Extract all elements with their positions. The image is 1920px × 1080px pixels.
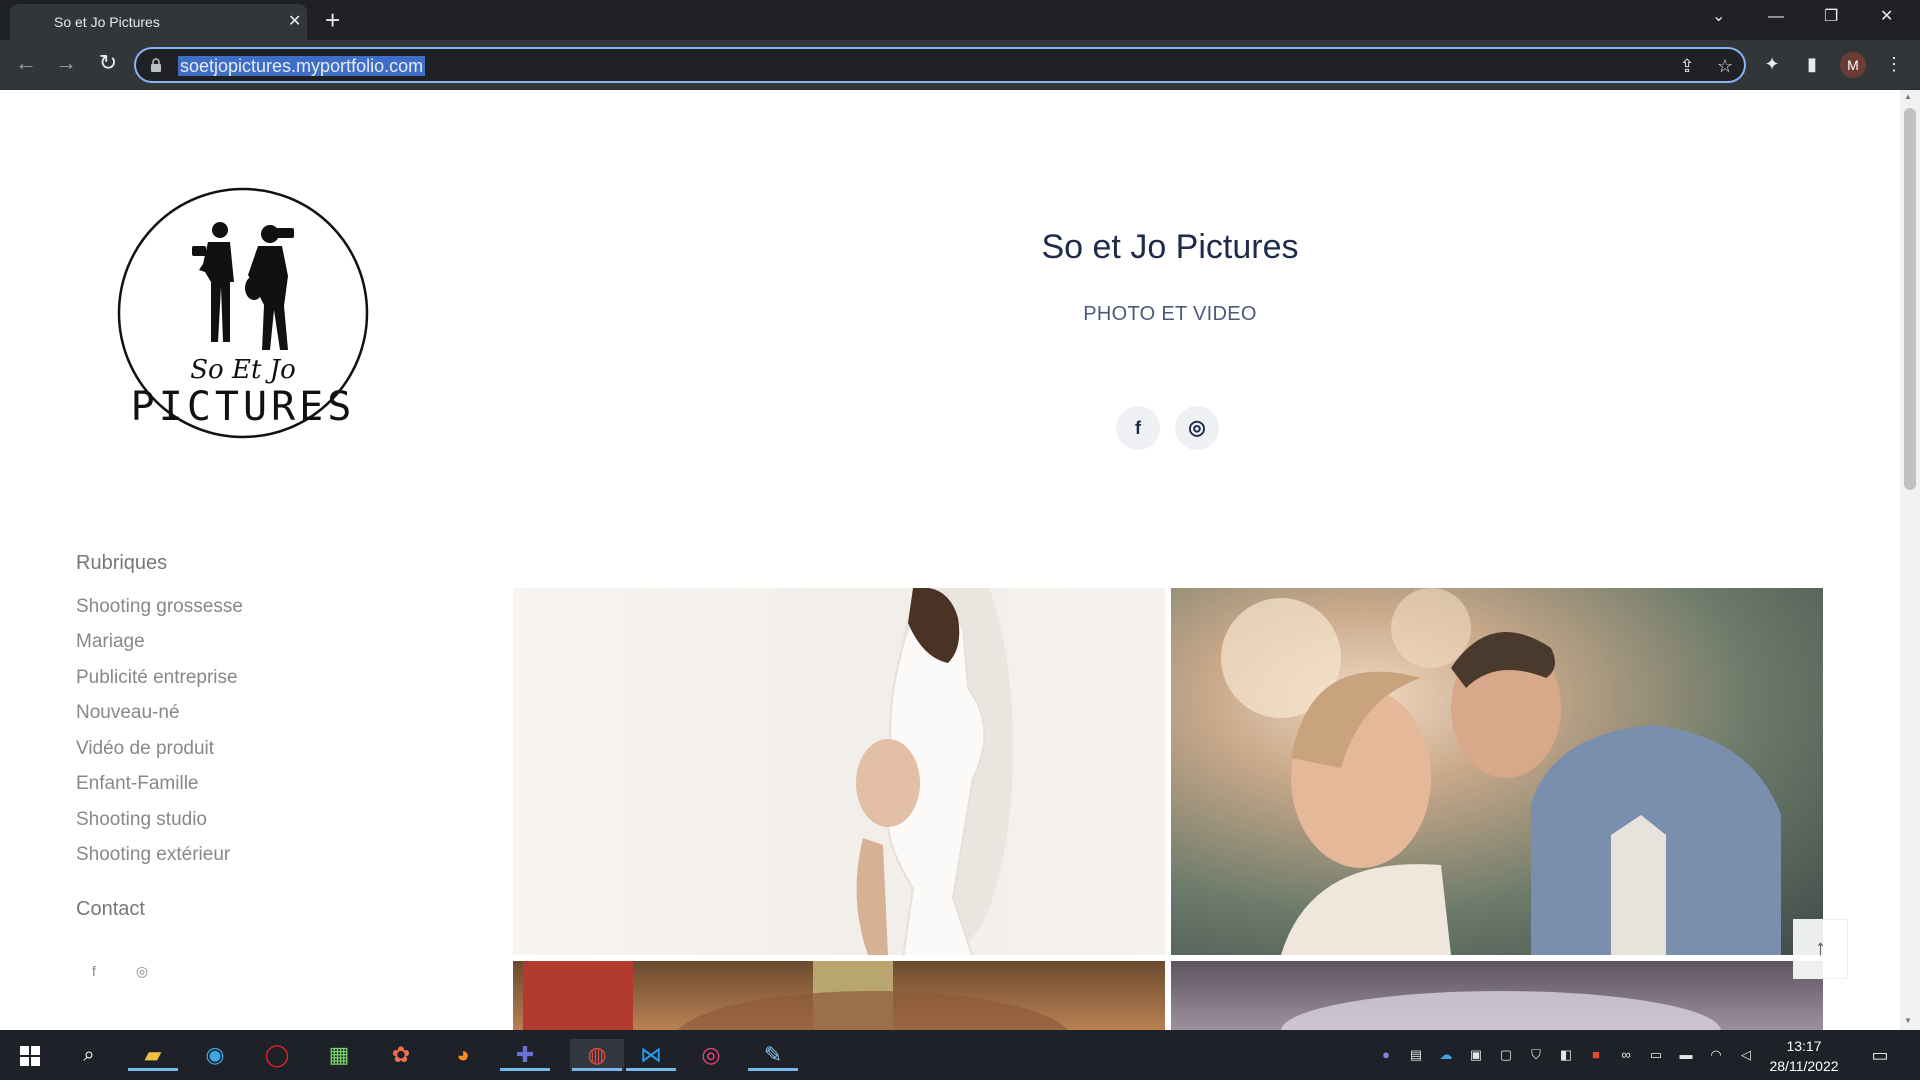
- share-icon[interactable]: ⇪: [1676, 55, 1698, 77]
- vscode-icon[interactable]: ⋈: [626, 1039, 676, 1071]
- facebook-icon[interactable]: f: [1116, 406, 1160, 450]
- sidebar-facebook-icon[interactable]: f: [82, 959, 106, 983]
- browser-toolbar: ← → ↻ soetjopictures.myportfolio.com ⇪ ☆…: [0, 40, 1920, 90]
- minimize-icon[interactable]: —: [1768, 6, 1784, 28]
- sidebar-link-publicite[interactable]: Publicité entreprise: [76, 667, 238, 689]
- address-bar[interactable]: soetjopictures.myportfolio.com ⇪ ☆: [134, 47, 1746, 83]
- sidebar-link-enfant-famille[interactable]: Enfant-Famille: [76, 773, 199, 795]
- logo-block-text: PICTURES: [131, 384, 356, 430]
- back-to-top-button[interactable]: ↑: [1793, 919, 1848, 979]
- url-text[interactable]: soetjopictures.myportfolio.com: [178, 56, 426, 76]
- menu-icon[interactable]: ⋮: [1882, 52, 1906, 76]
- new-tab-icon[interactable]: +: [325, 6, 340, 34]
- bookmark-star-icon[interactable]: ☆: [1714, 55, 1736, 77]
- sidebar-link-contact[interactable]: Contact: [76, 898, 145, 921]
- tray-icon-4[interactable]: ◧: [1556, 1045, 1576, 1065]
- opera-icon[interactable]: ◯: [260, 1039, 294, 1071]
- tray-icon-2[interactable]: ▣: [1466, 1045, 1486, 1065]
- sidebar-link-mariage[interactable]: Mariage: [76, 631, 145, 653]
- link-icon[interactable]: ∞: [1616, 1045, 1636, 1065]
- site-title: So et Jo Pictures: [1041, 228, 1299, 266]
- tab-title: So et Jo Pictures: [54, 14, 160, 30]
- profile-avatar[interactable]: M: [1840, 52, 1866, 78]
- close-window-icon[interactable]: ✕: [1880, 6, 1893, 28]
- tab-search-icon[interactable]: ⌄: [1712, 6, 1725, 28]
- teams-icon[interactable]: ✚: [500, 1039, 550, 1071]
- sidebar-link-shooting-exterieur[interactable]: Shooting extérieur: [76, 844, 230, 866]
- windows-taskbar: ⌕ ▰ ◉ ◯ ▦ ✿ ◕ ✚ ◍ ⋈ ◎ ✎ ● ▤ ☁ ▣ ▢ ⛉ ◧ ■ …: [0, 1030, 1920, 1080]
- logo-script-text: So Et Jo: [190, 355, 296, 385]
- search-icon[interactable]: ⌕: [72, 1039, 106, 1071]
- sidebar-link-shooting-grossesse[interactable]: Shooting grossesse: [76, 596, 243, 618]
- volume-icon[interactable]: ◁: [1736, 1045, 1756, 1065]
- sidebar-heading-rubriques: Rubriques: [76, 552, 168, 574]
- sidebar-link-shooting-studio[interactable]: Shooting studio: [76, 809, 207, 831]
- file-explorer-icon[interactable]: ▰: [128, 1039, 178, 1071]
- extensions-icon[interactable]: ✦: [1760, 52, 1784, 76]
- forward-icon[interactable]: →: [54, 52, 78, 76]
- tray-icon-3[interactable]: ▢: [1496, 1045, 1516, 1065]
- gallery-photo-famille[interactable]: [1171, 961, 1823, 1030]
- site-logo[interactable]: So Et Jo PICTURES: [112, 182, 374, 444]
- tray-icon-5[interactable]: ■: [1586, 1045, 1606, 1065]
- sidebar-link-nouveau-ne[interactable]: Nouveau-né: [76, 702, 180, 724]
- page-scrollbar[interactable]: ▲ ▼: [1900, 90, 1920, 1030]
- tab-close-icon[interactable]: ✕: [288, 13, 301, 31]
- site-subtitle: PHOTO ET VIDEO: [1083, 303, 1257, 325]
- creative-cloud-icon[interactable]: ◎: [694, 1039, 728, 1071]
- firefox-icon[interactable]: ◕: [446, 1039, 480, 1071]
- onedrive-icon[interactable]: ☁: [1436, 1045, 1456, 1065]
- tray-icon-6[interactable]: ▭: [1646, 1045, 1666, 1065]
- clock-time: 13:17: [1786, 1038, 1822, 1054]
- lock-icon: [151, 58, 161, 72]
- sidebar-instagram-icon[interactable]: ◎: [130, 959, 154, 983]
- gallery-photo-grossesse[interactable]: [513, 588, 1165, 955]
- notification-icon[interactable]: ▭: [1870, 1045, 1890, 1065]
- page-content: So Et Jo PICTURES So et Jo Pictures PHOT…: [0, 90, 1900, 1030]
- tray-icon-1[interactable]: ▤: [1406, 1045, 1426, 1065]
- security-icon[interactable]: ⛉: [1526, 1045, 1546, 1065]
- app-icon-green[interactable]: ▦: [322, 1039, 356, 1071]
- paint-icon[interactable]: ✎: [748, 1039, 798, 1071]
- instagram-icon[interactable]: ◎: [1175, 406, 1219, 450]
- battery-icon[interactable]: ▬: [1676, 1045, 1696, 1065]
- teams-tray-icon[interactable]: ●: [1376, 1045, 1396, 1065]
- chrome-icon[interactable]: ◍: [570, 1039, 624, 1071]
- edge-icon[interactable]: ◉: [198, 1039, 232, 1071]
- windows-start-icon[interactable]: [20, 1046, 40, 1066]
- gallery-photo-produit[interactable]: [513, 961, 1165, 1030]
- figma-icon[interactable]: ✿: [384, 1039, 418, 1071]
- tab-active[interactable]: So et Jo Pictures ✕: [10, 4, 307, 40]
- scroll-thumb[interactable]: [1904, 108, 1916, 490]
- back-icon[interactable]: ←: [14, 52, 38, 76]
- clock-date: 28/11/2022: [1769, 1058, 1839, 1074]
- sidebar-link-video-produit[interactable]: Vidéo de produit: [76, 738, 214, 760]
- scroll-down-icon[interactable]: ▼: [1904, 1016, 1912, 1025]
- restore-icon[interactable]: ❐: [1824, 6, 1838, 28]
- wifi-icon[interactable]: ◠: [1706, 1045, 1726, 1065]
- scroll-up-icon[interactable]: ▲: [1904, 92, 1912, 101]
- gallery-photo-mariage[interactable]: [1171, 588, 1823, 955]
- taskbar-clock[interactable]: 13:17 28/11/2022: [1764, 1036, 1844, 1076]
- reload-icon[interactable]: ↻: [96, 52, 120, 76]
- side-panel-icon[interactable]: ▮: [1800, 52, 1824, 76]
- tab-strip: So et Jo Pictures ✕ + ⌄ — ❐ ✕: [0, 0, 1920, 40]
